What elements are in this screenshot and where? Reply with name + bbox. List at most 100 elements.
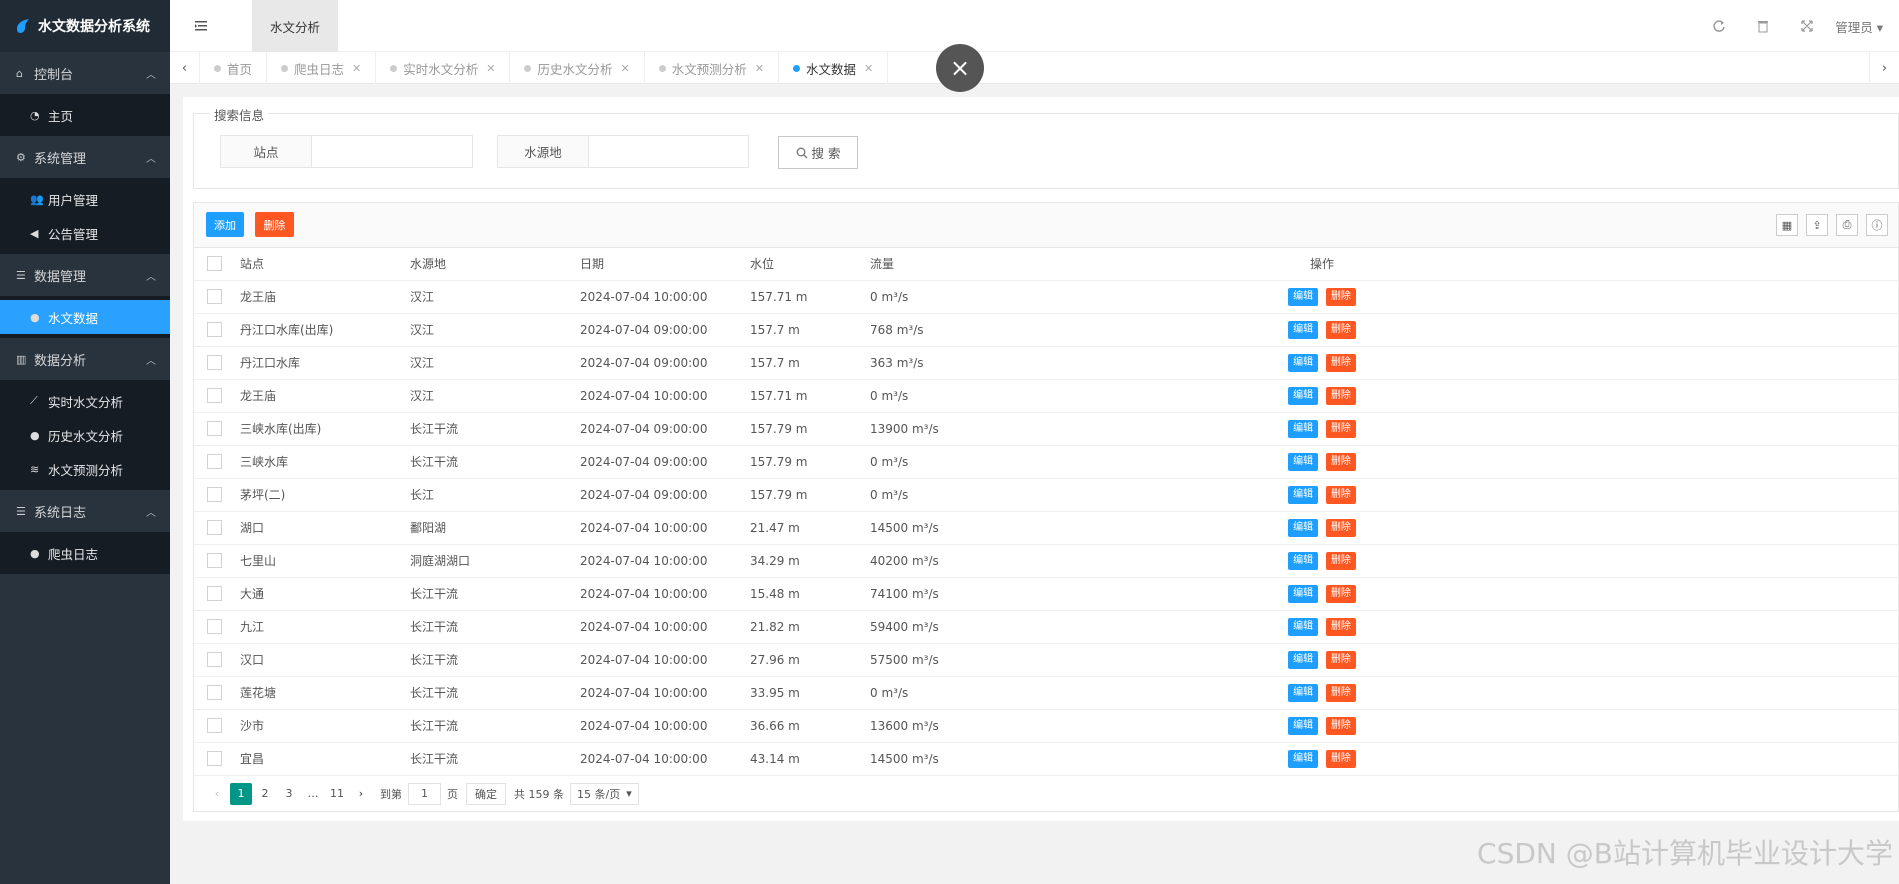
sidebar-item[interactable]: ● 爬虫日志 xyxy=(0,536,170,570)
tab-close-icon[interactable]: ✕ xyxy=(486,62,495,75)
delete-button[interactable]: 删除 xyxy=(1325,518,1356,537)
refresh-icon[interactable] xyxy=(1697,0,1741,52)
row-checkbox[interactable] xyxy=(207,289,222,304)
row-checkbox[interactable] xyxy=(207,751,222,766)
delete-button[interactable]: 删除 xyxy=(1325,650,1356,669)
row-select-cell[interactable] xyxy=(194,577,230,611)
station-input[interactable] xyxy=(312,135,473,168)
app-logo[interactable]: 水文数据分析系统 xyxy=(0,0,170,52)
goto-confirm-button[interactable]: 确定 xyxy=(466,782,506,805)
delete-button[interactable]: 删除 xyxy=(1325,353,1356,372)
row-select-cell[interactable] xyxy=(194,313,230,347)
sidebar-item[interactable]: 👥 用户管理 xyxy=(0,182,170,216)
edit-button[interactable]: 编辑 xyxy=(1288,584,1319,603)
col-station[interactable]: 站点 xyxy=(230,248,400,281)
nav-group-2[interactable]: ☰ 数据管理 ︿ xyxy=(0,254,170,296)
delete-button[interactable]: 删除 xyxy=(1325,683,1356,702)
tab-close-icon[interactable]: ✕ xyxy=(864,62,873,75)
row-checkbox[interactable] xyxy=(207,388,222,403)
edit-button[interactable]: 编辑 xyxy=(1288,353,1319,372)
row-select-cell[interactable] xyxy=(194,676,230,710)
row-select-cell[interactable] xyxy=(194,445,230,479)
row-select-cell[interactable] xyxy=(194,742,230,776)
edit-button[interactable]: 编辑 xyxy=(1288,452,1319,471)
row-select-cell[interactable] xyxy=(194,544,230,578)
row-checkbox[interactable] xyxy=(207,586,222,601)
row-checkbox[interactable] xyxy=(207,652,222,667)
row-select-cell[interactable] xyxy=(194,346,230,380)
row-checkbox[interactable] xyxy=(207,355,222,370)
edit-button[interactable]: 编辑 xyxy=(1288,287,1319,306)
sidebar-item[interactable]: ≋ 水文预测分析 xyxy=(0,452,170,486)
tab-close-icon[interactable]: ✕ xyxy=(352,62,361,75)
admin-menu[interactable]: 管理员 ▾ xyxy=(1829,17,1899,36)
page-number[interactable]: 2 xyxy=(254,783,276,805)
page-tab[interactable]: 历史水文分析 ✕ xyxy=(510,52,645,84)
prev-page-icon[interactable]: ‹ xyxy=(206,783,228,805)
tabs-prev-icon[interactable]: ‹ xyxy=(170,52,200,84)
edit-button[interactable]: 编辑 xyxy=(1288,320,1319,339)
search-button[interactable]: 搜 索 xyxy=(778,136,858,169)
next-page-icon[interactable]: › xyxy=(350,783,372,805)
edit-button[interactable]: 编辑 xyxy=(1288,386,1319,405)
page-last[interactable]: 11 xyxy=(326,783,348,805)
page-number[interactable]: 1 xyxy=(230,782,252,805)
edit-button[interactable]: 编辑 xyxy=(1288,551,1319,570)
row-select-cell[interactable] xyxy=(194,709,230,743)
row-checkbox[interactable] xyxy=(207,421,222,436)
delete-button[interactable]: 删除 xyxy=(1325,419,1356,438)
row-select-cell[interactable] xyxy=(194,280,230,314)
header-module-tab[interactable]: 水文分析 xyxy=(252,0,338,52)
page-tab[interactable]: 水文预测分析 ✕ xyxy=(645,52,779,84)
row-checkbox[interactable] xyxy=(207,322,222,337)
delete-button[interactable]: 删除 xyxy=(1325,551,1356,570)
edit-button[interactable]: 编辑 xyxy=(1288,749,1319,768)
print-icon[interactable]: ⎙ xyxy=(1836,214,1858,236)
delete-button[interactable]: 删除 xyxy=(1325,716,1356,735)
delete-button[interactable]: 删除 xyxy=(1325,452,1356,471)
edit-button[interactable]: 编辑 xyxy=(1288,617,1319,636)
batch-delete-button[interactable]: 删除 xyxy=(255,212,294,237)
row-select-cell[interactable] xyxy=(194,478,230,512)
tab-close-icon[interactable]: ✕ xyxy=(755,62,764,75)
close-icon[interactable]: × xyxy=(936,44,984,92)
row-checkbox[interactable] xyxy=(207,685,222,700)
info-icon[interactable]: ⓘ xyxy=(1866,214,1888,236)
delete-button[interactable]: 删除 xyxy=(1325,320,1356,339)
delete-button[interactable]: 删除 xyxy=(1325,287,1356,306)
nav-group-1[interactable]: ⚙ 系统管理 ︿ xyxy=(0,136,170,178)
row-checkbox[interactable] xyxy=(207,520,222,535)
edit-button[interactable]: 编辑 xyxy=(1288,419,1319,438)
goto-page-input[interactable]: 1 xyxy=(408,782,441,805)
export-icon[interactable]: ⇪ xyxy=(1806,214,1828,236)
nav-group-4[interactable]: ☰ 系统日志 ︿ xyxy=(0,490,170,532)
row-checkbox[interactable] xyxy=(207,487,222,502)
menu-toggle-icon[interactable] xyxy=(192,17,210,35)
row-select-cell[interactable] xyxy=(194,379,230,413)
columns-icon[interactable]: ▦ xyxy=(1776,214,1798,236)
sidebar-item[interactable]: ◔ 主页 xyxy=(0,98,170,132)
nav-group-3[interactable]: ▥ 数据分析 ︿ xyxy=(0,338,170,380)
tab-close-icon[interactable]: ✕ xyxy=(621,62,630,75)
row-select-cell[interactable] xyxy=(194,643,230,677)
edit-button[interactable]: 编辑 xyxy=(1288,485,1319,504)
col-date[interactable]: 日期 xyxy=(570,248,740,281)
delete-button[interactable]: 删除 xyxy=(1325,584,1356,603)
fullscreen-icon[interactable] xyxy=(1785,0,1829,52)
edit-button[interactable]: 编辑 xyxy=(1288,518,1319,537)
row-checkbox[interactable] xyxy=(207,553,222,568)
page-size-select[interactable]: 15 条/页 ▾ xyxy=(570,782,639,805)
row-checkbox[interactable] xyxy=(207,454,222,469)
page-number[interactable]: 3 xyxy=(278,783,300,805)
page-tab[interactable]: 水文数据 ✕ xyxy=(779,52,889,84)
page-tab[interactable]: 实时水文分析 ✕ xyxy=(376,52,511,84)
sidebar-item[interactable]: ● 历史水文分析 xyxy=(0,418,170,452)
delete-button[interactable]: 删除 xyxy=(1325,617,1356,636)
sidebar-item[interactable]: ● 水文数据 xyxy=(0,300,170,334)
source-input[interactable] xyxy=(589,135,749,168)
edit-button[interactable]: 编辑 xyxy=(1288,716,1319,735)
edit-button[interactable]: 编辑 xyxy=(1288,650,1319,669)
delete-button[interactable]: 删除 xyxy=(1325,386,1356,405)
nav-group-0[interactable]: ⌂ 控制台 ︿ xyxy=(0,52,170,94)
page-tab[interactable]: 爬虫日志 ✕ xyxy=(267,52,377,84)
